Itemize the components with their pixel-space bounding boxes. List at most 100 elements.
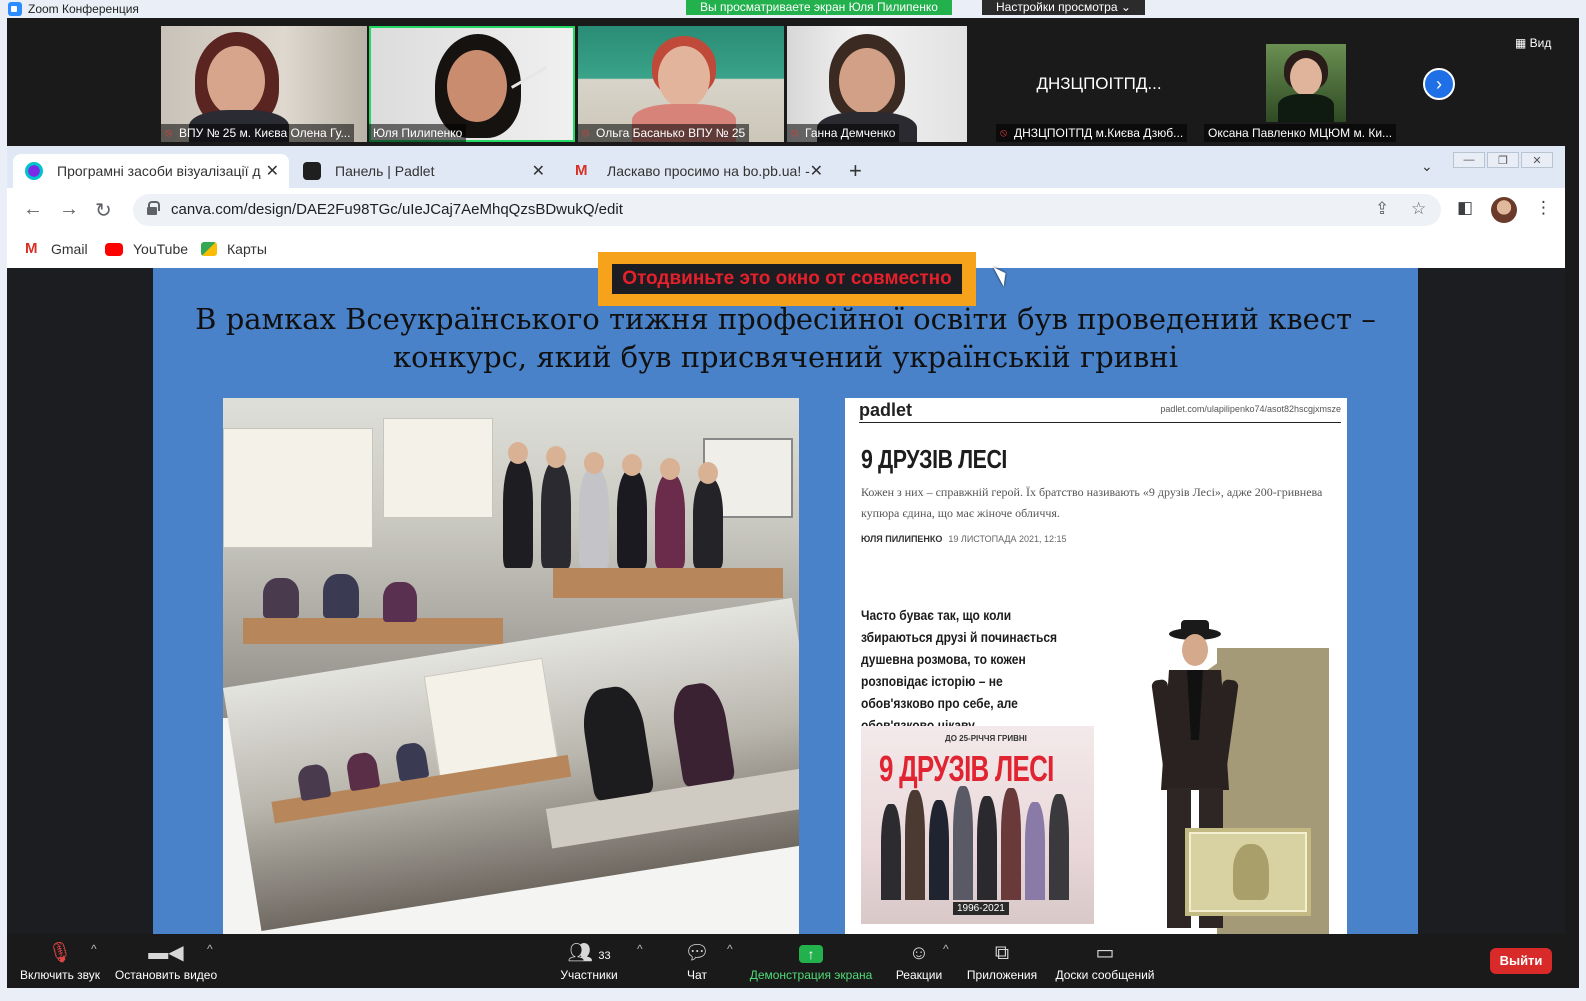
chat-button[interactable]: 💬︎ Чат: [679, 934, 715, 988]
close-window-icon[interactable]: ✕: [1521, 152, 1553, 168]
reactions-button[interactable]: ☺ Реакции: [895, 934, 943, 988]
lock-icon: [147, 201, 160, 215]
close-tab-icon[interactable]: ✕: [810, 161, 823, 181]
mic-off-icon: ⦸: [582, 127, 590, 139]
participant-tile[interactable]: ⦸ Ганна Демченко: [787, 26, 967, 142]
participant-face: [839, 48, 895, 114]
reload-icon[interactable]: ↻: [95, 198, 112, 223]
film-poster-image: ДО 25-РІЧЧЯ ГРИВНІ 9 ДРУЗІВ ЛЕСІ 1996-20…: [861, 726, 1094, 924]
desk: [553, 568, 783, 598]
youtube-icon: [105, 242, 123, 256]
poster-figure: [1049, 794, 1069, 900]
video-options-caret-icon[interactable]: ^: [207, 942, 213, 956]
event-photo-collage[interactable]: [223, 398, 799, 934]
padlet-date: 19 ЛИСТОПАДА 2021, 12:15: [948, 534, 1067, 544]
participants-icon: 👥︎: [567, 942, 593, 964]
apps-button[interactable]: ⧉ Приложения: [965, 934, 1039, 988]
share-icon[interactable]: ⇪: [1375, 199, 1389, 219]
audio-options-caret-icon[interactable]: ^: [91, 942, 97, 956]
close-tab-icon[interactable]: ✕: [532, 161, 545, 181]
sharing-warning-text: Отодвиньте это окно от совместно: [612, 264, 962, 294]
reaction-smiley-icon: ☺: [908, 942, 930, 964]
poster-figure: [905, 790, 925, 900]
address-bar[interactable]: canva.com/design/DAE2Fu98TGc/uIeJCaj7AeM…: [133, 194, 1441, 226]
whiteboards-button[interactable]: ▭ Доски сообщений: [1053, 934, 1157, 988]
poster-figure: [929, 800, 949, 900]
tab-padlet[interactable]: Панель | Padlet ✕: [291, 154, 555, 188]
poster-kicker: ДО 25-РІЧЧЯ ГРИВНІ: [945, 734, 1027, 743]
participant-tile-active-speaker[interactable]: Юля Пилипенко: [369, 26, 575, 142]
apps-icon: ⧉: [994, 942, 1010, 964]
viewing-share-banner: Вы просматриваете экран Юля Пилипенко: [686, 0, 952, 15]
tab-search-chevron-icon[interactable]: ⌄: [1421, 158, 1433, 175]
padlet-byline: ЮЛЯ ПИЛИПЕНКО 19 ЛИСТОПАДА 2021, 12:15: [861, 534, 1067, 544]
participants-button[interactable]: 👥︎ 33 Участники: [555, 934, 623, 988]
tab-gmail[interactable]: M Ласкаво просимо на bo.pb.ua! - ✕: [563, 154, 833, 188]
bookmark-youtube[interactable]: YouTube: [105, 241, 188, 257]
back-icon[interactable]: ←: [23, 198, 43, 221]
tab-canva[interactable]: Програмні засоби візуалізації д ✕: [13, 154, 289, 188]
reactions-options-caret-icon[interactable]: ^: [943, 942, 949, 956]
view-button[interactable]: ▦ Вид: [1515, 36, 1551, 50]
participant-face: [207, 46, 265, 116]
participant-strip: ⦸ ВПУ № 25 м. Києва Олена Гу... Юля Пилип…: [7, 18, 1579, 146]
padlet-divider: [859, 422, 1341, 423]
participant-tile[interactable]: ⦸ ВПУ № 25 м. Києва Олена Гу...: [161, 26, 367, 142]
student-head: [660, 458, 680, 480]
padlet-screenshot[interactable]: padlet padlet.com/ulapilipenko74/asot82h…: [845, 398, 1347, 934]
window-frame-left: [0, 18, 7, 988]
desk: [243, 618, 503, 644]
view-settings-button[interactable]: Настройки просмотра ⌄: [982, 0, 1145, 15]
next-participants-button[interactable]: ›: [1423, 68, 1455, 100]
chat-options-caret-icon[interactable]: ^: [727, 942, 733, 956]
student: [263, 578, 299, 618]
bookmark-star-icon[interactable]: ☆: [1411, 199, 1426, 219]
student-head: [698, 462, 718, 484]
maps-icon: [201, 242, 217, 256]
participant-tile[interactable]: ⦸ Ольга Басанько ВПУ № 25: [578, 26, 784, 142]
tab-bar: Програмні засоби візуалізації д ✕ Панель…: [7, 146, 1565, 188]
share-screen-button[interactable]: ↑ Демонстрация экрана: [749, 934, 873, 988]
padlet-lead-text: Кожен з них – справжній герой. Їх братст…: [861, 485, 1323, 520]
stop-video-button[interactable]: ▬◀ Остановить видео: [113, 934, 219, 988]
close-tab-icon[interactable]: ✕: [266, 161, 279, 181]
participant-face: [1290, 58, 1322, 96]
browser-window: Програмні засоби візуалізації д ✕ Панель…: [7, 146, 1565, 268]
gmail-favicon-icon: M: [575, 162, 588, 179]
bookmark-maps[interactable]: Карты: [201, 241, 267, 257]
participant-name: ДНЗЦПОІТПД м.Києва Дзюб...: [1014, 126, 1184, 140]
padlet-url: padlet.com/ulapilipenko74/asot82hscgjxms…: [1160, 404, 1341, 414]
tab-title: Ласкаво просимо на bo.pb.ua! -: [607, 163, 810, 179]
window-frame-bottom: [0, 988, 1586, 1001]
zoom-window: Zoom Конференция Вы просматриваете экран…: [0, 0, 1586, 1001]
student: [693, 478, 723, 568]
new-tab-icon[interactable]: +: [849, 158, 862, 184]
browser-toolbar: ← → ↻ canva.com/design/DAE2Fu98TGc/uIeJC…: [7, 188, 1565, 232]
padlet-body-text: Часто буває так, що коли збираються друз…: [861, 607, 1058, 733]
student: [668, 680, 736, 788]
menu-kebab-icon[interactable]: ⋮: [1535, 198, 1552, 218]
student: [394, 741, 430, 782]
poster-figure: [953, 786, 973, 900]
participant-tile-no-video[interactable]: ДНЗЦПОІТПД... ⦸ ДНЗЦПОІТПД м.Києва Дзюб..…: [996, 26, 1202, 142]
profile-avatar[interactable]: [1491, 197, 1517, 223]
forward-icon[interactable]: →: [59, 198, 79, 221]
participants-icon-group: 👥︎ 33: [555, 938, 623, 968]
minimize-icon[interactable]: —: [1453, 152, 1485, 168]
leave-meeting-button[interactable]: Выйти: [1490, 948, 1552, 974]
participant-tile[interactable]: Оксана Павленко МЦЮМ м. Ки...: [1204, 26, 1410, 142]
participant-name: Юля Пилипенко: [373, 126, 463, 140]
url-text[interactable]: canva.com/design/DAE2Fu98TGc/uIeJCaj7AeM…: [171, 201, 623, 218]
side-panel-icon[interactable]: ◧: [1457, 198, 1473, 218]
chevron-right-icon: ›: [1436, 73, 1442, 94]
student: [383, 582, 417, 622]
presentation-slide[interactable]: В рамках Всеукраїнського тижня професійн…: [153, 268, 1418, 934]
participants-options-caret-icon[interactable]: ^: [637, 942, 643, 956]
student: [296, 762, 332, 802]
sharing-warning-banner[interactable]: Отодвиньте это окно от совместно: [598, 252, 976, 306]
student: [655, 474, 685, 568]
participant-name: Ганна Демченко: [805, 126, 896, 140]
student: [345, 751, 381, 792]
restore-icon[interactable]: ❐: [1487, 152, 1519, 168]
bookmark-gmail[interactable]: M Gmail: [25, 241, 88, 257]
